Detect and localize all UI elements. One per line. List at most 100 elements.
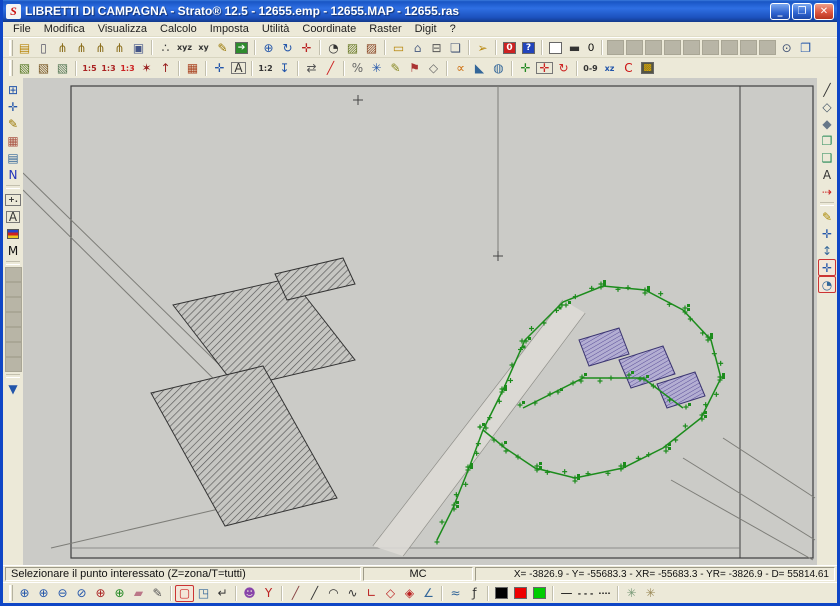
hatch-2-button[interactable]: ✳ [641,585,660,602]
point-height-1-button[interactable]: 1:5 [80,60,99,77]
line-dotted-button[interactable]: ···· [595,585,614,602]
pattern-button[interactable]: ▩ [638,60,657,77]
xz-button[interactable]: xz [600,60,619,77]
sel-pie-button[interactable]: ◔ [818,276,836,293]
refresh-button[interactable]: ↻ [278,39,297,56]
send-button[interactable]: ➢ [473,39,492,56]
select-window-button[interactable]: ▢ [175,585,194,602]
filter-button[interactable]: Y [259,585,278,602]
spline-button[interactable]: ≈ [446,585,465,602]
restore-button[interactable]: ❐ [792,3,812,20]
preview-button[interactable]: ❏ [446,39,465,56]
trim-button[interactable]: ╱ [286,585,305,602]
pan-button[interactable]: ✛ [4,98,22,115]
save-button[interactable]: ▣ [129,39,148,56]
raster-image-2-button[interactable]: ▨ [362,39,381,56]
points-scatter-button[interactable]: ∴ [156,39,175,56]
color-current-swatch-button[interactable] [546,39,565,56]
return-button[interactable]: ↵ [213,585,232,602]
line-dashed-button[interactable]: - - - [576,585,595,602]
line-width-button[interactable]: ▬ [565,39,584,56]
zoom-sel-button[interactable]: ⊕ [91,585,110,602]
tripod-station-2-button[interactable]: ⋔ [72,39,91,56]
red-line-button[interactable]: ╱ [321,60,340,77]
arrow-up-button[interactable]: ↑ [156,60,175,77]
menu-item-raster[interactable]: Raster [363,23,407,35]
layers-button[interactable]: ❐ [796,39,815,56]
text-attr-button[interactable]: A [229,60,248,77]
cylinder-button[interactable]: ◍ [489,60,508,77]
point-height-3-button[interactable]: 1:3 [118,60,137,77]
perp-button[interactable]: ∠ [419,585,438,602]
line-solid-button[interactable]: — [557,585,576,602]
move-button[interactable]: ✛ [818,225,836,242]
zoom-all-button[interactable]: ⊕ [110,585,129,602]
station-tree-button[interactable]: ✶ [137,60,156,77]
ramp-button[interactable]: ◣ [470,60,489,77]
select-arrow-button[interactable]: ◳ [194,585,213,602]
color-black-swatch-button[interactable] [492,585,511,602]
pan-red-button[interactable]: ✛ [297,39,316,56]
polygon-draw-button[interactable]: ◇ [424,60,443,77]
zoom-out-button[interactable]: ⊖ [53,585,72,602]
rotate-button[interactable]: ↻ [554,60,573,77]
eraser-button[interactable]: ▰ [129,585,148,602]
c-red-button[interactable]: C [619,60,638,77]
list-button[interactable]: ▤ [4,149,22,166]
map-canvas[interactable] [23,78,817,565]
lock-button[interactable]: ⊙ [777,39,796,56]
zoom-plus-button[interactable]: ⊕ [259,39,278,56]
close-button[interactable]: ✕ [814,3,834,20]
new-sheet-button[interactable]: ▯ [34,39,53,56]
link-button[interactable]: ∝ [451,60,470,77]
menu-item-utilità[interactable]: Utilità [256,23,296,35]
text-box-button[interactable]: A [4,208,22,225]
menu-item-file[interactable]: File [7,23,37,35]
raster-up-button[interactable]: ▧ [53,60,72,77]
menu-item-modifica[interactable]: Modifica [38,23,91,35]
polygon-filled-button[interactable]: ◆ [818,115,836,132]
flag-tricolor-button[interactable] [4,225,22,242]
zoom-window-button[interactable]: ⊞ [4,81,22,98]
diamond-x-button[interactable]: ◈ [400,585,419,602]
export-button[interactable]: ➔ [232,39,251,56]
plot-button[interactable]: ⌂ [408,39,427,56]
edit-add-button[interactable]: ✎ [4,115,22,132]
help-button[interactable]: ? [519,39,538,56]
draw-line-button[interactable]: ╱ [305,585,324,602]
zoom-prev-button[interactable]: ⊘ [72,585,91,602]
point-height-2-button[interactable]: 1:3 [99,60,118,77]
field-book-button[interactable]: ▤ [15,39,34,56]
copy-sheets-2-button[interactable]: ❑ [818,149,836,166]
menu-item-imposta[interactable]: Imposta [204,23,255,35]
diamond-button[interactable]: ◇ [381,585,400,602]
polygon-outline-button[interactable]: ◇ [818,98,836,115]
menu-item-help[interactable]: ? [444,23,462,35]
print-button[interactable]: ⊟ [427,39,446,56]
table-export-button[interactable]: ▦ [183,60,202,77]
add-box-button[interactable]: +. [4,191,22,208]
points-xyz-button[interactable]: xyz [175,39,194,56]
tripod-station-3-button[interactable]: ⋔ [91,39,110,56]
pencil-button[interactable]: ✎ [148,585,167,602]
freehand-button[interactable]: ✎ [386,60,405,77]
arc-button[interactable]: ◠ [324,585,343,602]
color-red-swatch-button[interactable] [511,585,530,602]
stop-zero-button[interactable]: 0 [500,39,519,56]
hatch-1-button[interactable]: ✳ [622,585,641,602]
curve-button[interactable]: ∿ [343,585,362,602]
binoculars-button[interactable]: M [4,242,22,259]
raster-cut-button[interactable]: ▧ [34,60,53,77]
edit-points-button[interactable]: ✎ [213,39,232,56]
brush-button[interactable]: ✎ [818,208,836,225]
grid-move-button[interactable]: ✛ [516,60,535,77]
menu-item-digit[interactable]: Digit [409,23,443,35]
copy-sheets-button[interactable]: ❐ [818,132,836,149]
ruler-button[interactable]: ▭ [389,39,408,56]
color-green-swatch-button[interactable] [530,585,549,602]
move-points-button[interactable]: ✛ [210,60,229,77]
north-arrow-button[interactable]: N [4,166,22,183]
line-button[interactable]: ╱ [818,81,836,98]
minimize-button[interactable]: _ [770,3,790,20]
flag-button[interactable]: ⚑ [405,60,424,77]
